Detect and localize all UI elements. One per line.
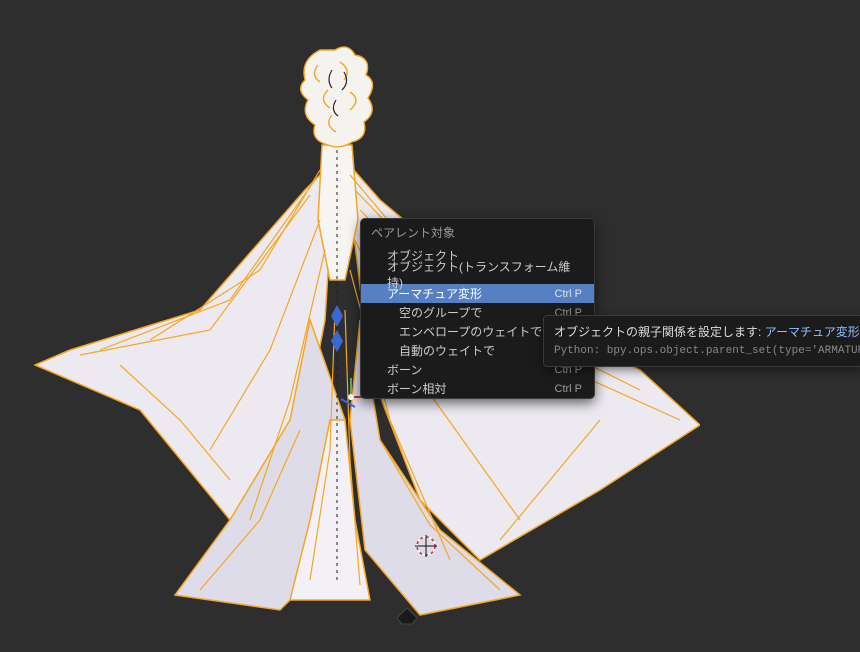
menu-item-shortcut: Ctrl P xyxy=(555,381,583,397)
viewport-3d[interactable]: ペアレント対象 オブジェクト オブジェクト(トランスフォーム維持) アーマチュア… xyxy=(0,0,860,652)
gizmo-axis-z[interactable] xyxy=(341,398,356,408)
menu-item-label: ボーン相対 xyxy=(387,381,446,397)
menu-item-label: 自動のウェイトで xyxy=(399,343,495,359)
menu-item-label: エンベロープのウェイトで xyxy=(399,324,542,340)
menu-item-label: ボーン xyxy=(387,362,422,378)
camera-icon xyxy=(392,600,422,630)
menu-item-shortcut: Ctrl P xyxy=(555,286,583,302)
cursor-3d-icon xyxy=(412,532,440,560)
tooltip-value: アーマチュア変形 xyxy=(765,325,860,339)
menu-item-armature-deform[interactable]: アーマチュア変形 Ctrl P xyxy=(361,284,594,303)
tooltip-label: オブジェクトの親子関係を設定します: xyxy=(554,325,765,339)
menu-item-label: 空のグループで xyxy=(399,305,482,321)
tooltip-python: Python: bpy.ops.object.parent_set(type='… xyxy=(554,345,852,357)
menu-item-bone-relative[interactable]: ボーン相対 Ctrl P xyxy=(361,379,594,398)
parent-context-menu: ペアレント対象 オブジェクト オブジェクト(トランスフォーム維持) アーマチュア… xyxy=(360,218,595,399)
tooltip: オブジェクトの親子関係を設定します: アーマチュア変形 Python: bpy.… xyxy=(543,315,860,367)
menu-item-label: アーマチュア変形 xyxy=(387,286,482,302)
menu-item-object-keep-transform[interactable]: オブジェクト(トランスフォーム維持) xyxy=(361,265,594,284)
menu-title: ペアレント対象 xyxy=(361,219,594,246)
gizmo-origin xyxy=(348,394,354,400)
